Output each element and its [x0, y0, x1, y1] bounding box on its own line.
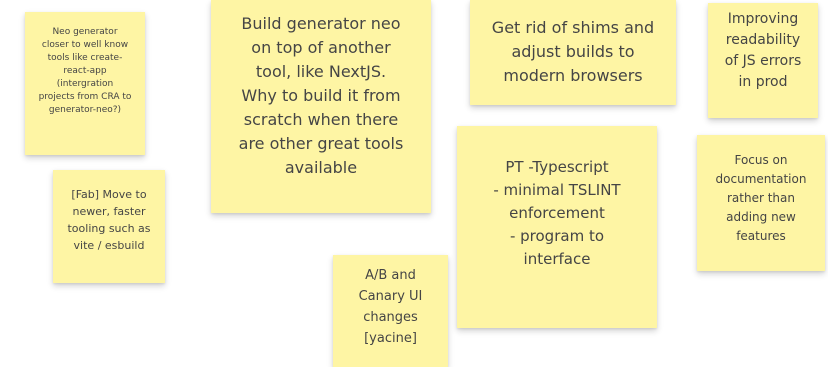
sticky-note-focus-documentation[interactable]: Focus on documentation rather than addin…: [697, 135, 825, 271]
sticky-note-typescript[interactable]: PT -Typescript - minimal TSLINT enforcem…: [457, 126, 657, 328]
sticky-note-remove-shims[interactable]: Get rid of shims and adjust builds to mo…: [470, 0, 676, 105]
sticky-note-text: A/B and Canary UI changes [yacine]: [358, 268, 423, 346]
sticky-note-text: [Fab] Move to newer, faster tooling such…: [67, 188, 151, 252]
sticky-note-text: Get rid of shims and adjust builds to mo…: [491, 18, 655, 85]
sticky-note-text: Neo generator closer to well know tools …: [38, 27, 132, 115]
sticky-note-build-on-nextjs[interactable]: Build generator neo on top of another to…: [211, 0, 431, 213]
sticky-note-js-errors-readability[interactable]: Improving readability of JS errors in pr…: [708, 3, 818, 118]
sticky-note-board: Neo generator closer to well know tools …: [0, 0, 828, 367]
sticky-note-faster-tooling[interactable]: [Fab] Move to newer, faster tooling such…: [53, 170, 165, 283]
sticky-note-ab-canary[interactable]: A/B and Canary UI changes [yacine]: [333, 255, 448, 367]
sticky-note-text: Build generator neo on top of another to…: [238, 14, 404, 177]
sticky-note-text: Improving readability of JS errors in pr…: [724, 11, 802, 90]
sticky-note-text: Focus on documentation rather than addin…: [715, 153, 807, 243]
sticky-note-neo-generator-cra[interactable]: Neo generator closer to well know tools …: [25, 12, 145, 155]
sticky-note-text: PT -Typescript - minimal TSLINT enforcem…: [493, 158, 621, 268]
